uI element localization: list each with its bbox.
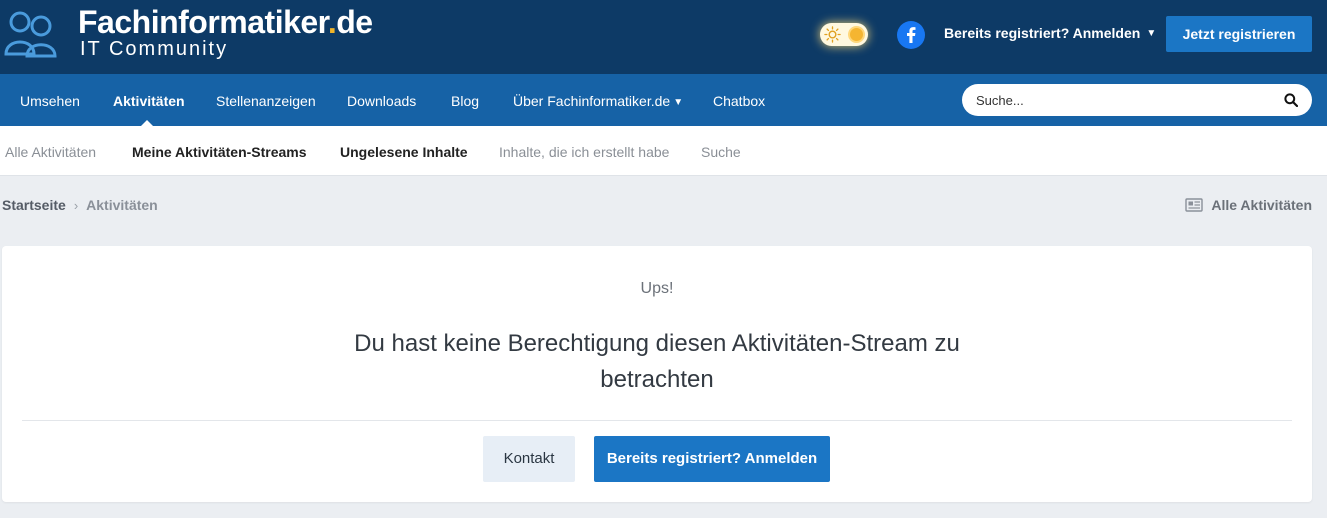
- login-button[interactable]: Bereits registriert? Anmelden: [594, 436, 830, 482]
- chevron-right-icon: ›: [73, 198, 79, 213]
- nav-item-ueber[interactable]: Über Fachinformatiker.de ▼: [513, 74, 683, 126]
- subnav-item-meine-streams[interactable]: Meine Aktivitäten-Streams: [132, 126, 307, 176]
- nav-item-chatbox[interactable]: Chatbox: [713, 74, 765, 126]
- site-header: Fachinformatiker.de IT Community Bereits…: [0, 0, 1327, 74]
- search-icon[interactable]: [1284, 93, 1298, 107]
- divider: [22, 420, 1292, 421]
- nav-item-umsehen[interactable]: Umsehen: [20, 74, 80, 126]
- breadcrumb: Startseite › Aktivitäten: [2, 197, 158, 213]
- main-navigation: Umsehen Aktivitäten Stellenanzeigen Down…: [0, 74, 1327, 127]
- sun-icon: [824, 26, 841, 43]
- register-button[interactable]: Jetzt registrieren: [1166, 16, 1312, 52]
- toggle-knob: [848, 26, 865, 43]
- subnav-item-alle-aktivitaeten[interactable]: Alle Aktivitäten: [5, 126, 96, 176]
- newspaper-icon: [1185, 198, 1204, 212]
- logo-dot: .: [327, 4, 337, 40]
- nav-item-downloads[interactable]: Downloads: [347, 74, 416, 126]
- breadcrumb-current[interactable]: Aktivitäten: [86, 197, 158, 213]
- site-logo-subtitle: IT Community: [80, 38, 229, 60]
- error-heading: Ups!: [640, 280, 674, 297]
- nav-item-blog[interactable]: Blog: [451, 74, 479, 126]
- all-activity-link[interactable]: Alle Aktivitäten: [1185, 197, 1312, 213]
- subnav-item-ungelesene-inhalte[interactable]: Ungelesene Inhalte: [340, 126, 468, 176]
- facebook-icon[interactable]: [897, 21, 925, 49]
- error-card: Ups! Du hast keine Berechtigung diesen A…: [2, 246, 1312, 502]
- sub-navigation: Alle Aktivitäten Meine Aktivitäten-Strea…: [0, 126, 1327, 176]
- theme-toggle[interactable]: [820, 23, 868, 46]
- nav-item-stellenanzeigen[interactable]: Stellenanzeigen: [216, 74, 316, 126]
- error-message: Du hast keine Berechtigung diesen Aktivi…: [354, 330, 960, 393]
- caret-down-icon: ▼: [1146, 28, 1157, 39]
- breadcrumb-home[interactable]: Startseite: [2, 197, 66, 213]
- search-box: [962, 84, 1312, 116]
- subnav-item-suche[interactable]: Suche: [701, 126, 741, 176]
- nav-item-aktivitaeten[interactable]: Aktivitäten: [113, 74, 185, 126]
- users-icon[interactable]: [3, 8, 63, 58]
- contact-button[interactable]: Kontakt: [483, 436, 575, 482]
- signin-dropdown[interactable]: Bereits registriert? Anmelden ▼: [944, 25, 1156, 41]
- search-input[interactable]: [976, 84, 1266, 116]
- caret-down-icon: ▼: [673, 97, 684, 108]
- subnav-item-eigene-inhalte[interactable]: Inhalte, die ich erstellt habe: [499, 126, 669, 176]
- site-logo-title[interactable]: Fachinformatiker.de: [78, 4, 373, 41]
